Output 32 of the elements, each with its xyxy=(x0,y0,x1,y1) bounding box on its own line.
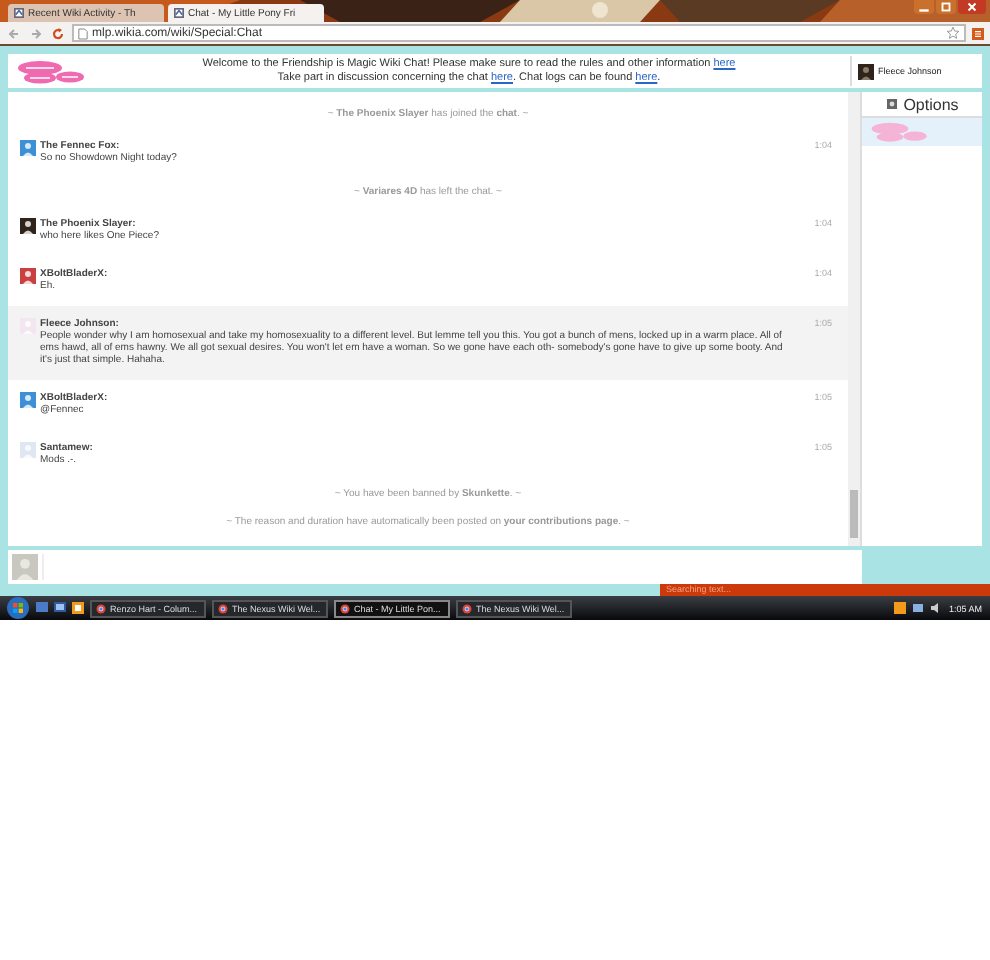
star-icon[interactable] xyxy=(946,26,960,40)
wiki-logo-icon xyxy=(870,122,930,142)
app-icon xyxy=(218,603,228,613)
page-icon xyxy=(174,8,184,18)
page-icon xyxy=(14,8,24,18)
app-icon[interactable] xyxy=(894,602,907,614)
avatar-icon xyxy=(20,218,36,234)
minimize-icon[interactable] xyxy=(914,0,934,14)
back-icon[interactable] xyxy=(6,25,22,41)
app-icon xyxy=(340,603,350,613)
avatar-icon xyxy=(20,392,36,408)
avatar-icon xyxy=(20,442,36,458)
start-button[interactable] xyxy=(6,596,30,620)
close-icon[interactable] xyxy=(958,0,986,14)
app-icon xyxy=(462,603,472,613)
menu-icon[interactable] xyxy=(972,27,984,39)
avatar-icon xyxy=(20,268,36,284)
desktop-icon[interactable] xyxy=(36,602,48,614)
app-icon xyxy=(96,603,106,613)
network-icon[interactable] xyxy=(912,602,925,614)
scrollbar[interactable] xyxy=(848,92,860,546)
settings-icon xyxy=(885,98,898,110)
avatar-icon xyxy=(20,140,36,156)
reload-icon[interactable] xyxy=(50,25,66,41)
avatar-icon xyxy=(858,63,874,79)
avatar-icon xyxy=(12,554,38,580)
maximize-icon[interactable] xyxy=(936,0,956,14)
forward-icon[interactable] xyxy=(28,25,44,41)
window-switch-icon[interactable] xyxy=(54,602,66,614)
volume-icon[interactable] xyxy=(930,602,943,614)
wiki-logo-icon xyxy=(16,59,88,83)
page-icon xyxy=(78,27,88,39)
